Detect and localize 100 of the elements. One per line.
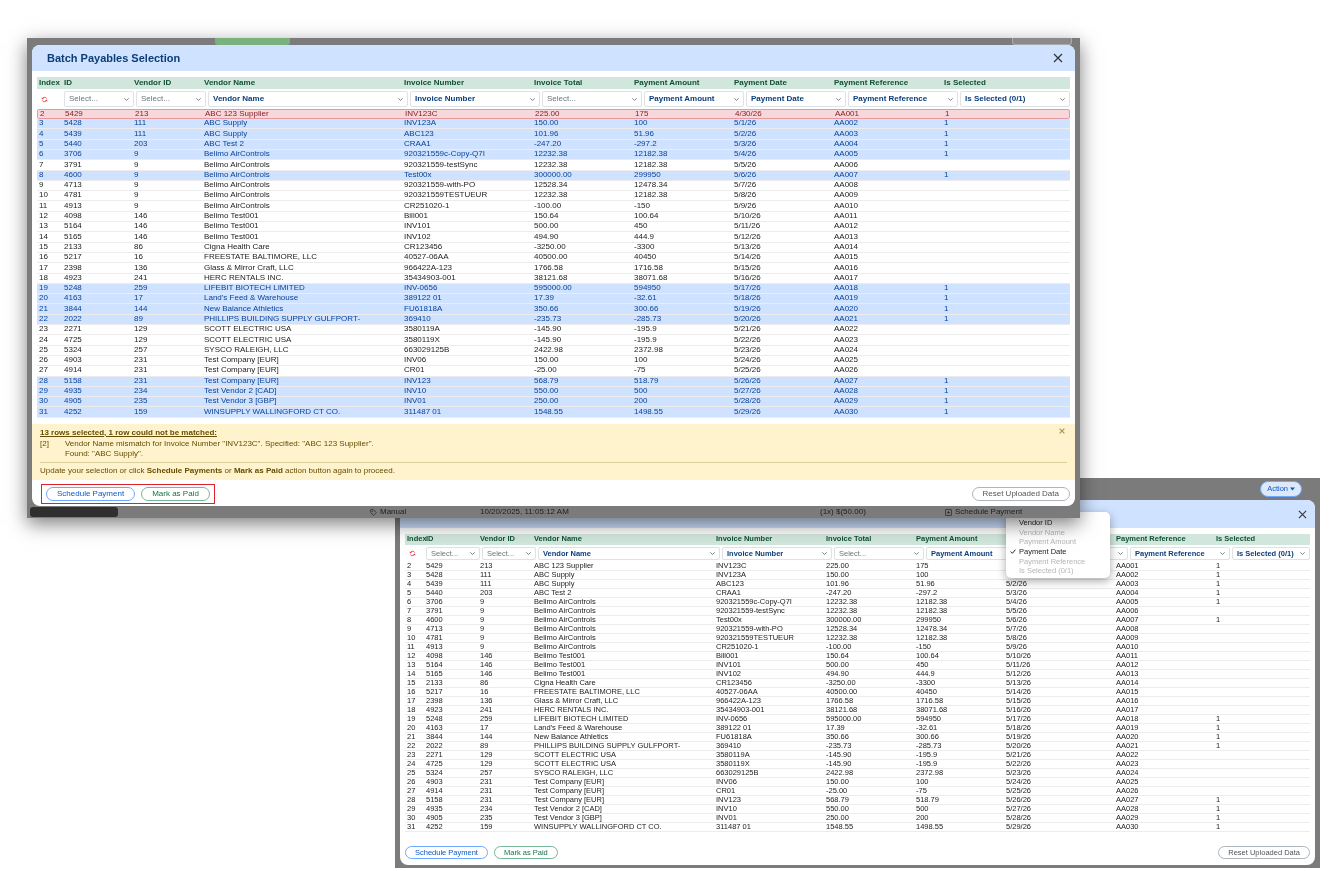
- table-row[interactable]: 25 5324 257 SYSCO RALEIGH, LLC 663029125B 2422.98 2372.98 5/23/26 AA024: [37, 345, 1070, 356]
- table-cell-text: CR251020-1: [403, 201, 451, 211]
- filter-dropdown[interactable]: Is Selected (0/1): [960, 91, 1070, 107]
- table-cell-text: -3250.00: [533, 242, 567, 252]
- table-cell-text: 5165: [63, 232, 83, 242]
- table-cell-text: 4781: [63, 191, 83, 201]
- table-cell-text: 594950: [633, 284, 662, 293]
- table-row[interactable]: 12 4098 146 Belimo Test001 Bill001 150.64 100.64 5/10/26 AA011: [37, 211, 1070, 223]
- table-row[interactable]: 30 4905 235 Test Vendor 3 [GBP] INV01 250.00 200 5/28/26 AA029 1: [37, 397, 1070, 408]
- table-cell-text: Belimo AirControls: [203, 191, 271, 201]
- page-text: (1x) $(50.00): [820, 506, 866, 518]
- table-row[interactable]: 2 5429 213 ABC 123 Supplier INV123C 225.00 175 4/30/26 AA001 1: [37, 108, 1070, 120]
- table-cell-text: 5/28/26: [733, 397, 762, 407]
- table-row[interactable]: 4 5439 111 ABC Supply ABC123 101.96 51.96 5/2/26 AA003 1: [37, 129, 1070, 140]
- page-link[interactable]: Manual: [380, 506, 407, 518]
- table-cell-text: 9: [133, 181, 140, 190]
- table-row[interactable]: 17 2398 136 Glass & Mirror Craft, LLC 966422A-123 1766.58 1716.58 5/15/26 AA016: [37, 263, 1070, 274]
- table-row[interactable]: 27 4914 231 Test Company [EUR] CR01 -25.00 -75 5/25/26 AA026: [37, 366, 1070, 377]
- table-row[interactable]: 28 5158 231 Test Company [EUR] INV123 568.79 518.79 5/26/26 AA027 1: [37, 376, 1070, 387]
- filter-dropdown[interactable]: Payment Reference: [848, 91, 958, 107]
- table-cell-text: SYSCO RALEIGH, LLC: [203, 345, 290, 355]
- table-cell-text: 663029125B: [403, 345, 451, 355]
- table-cell-text: 311487 01: [403, 407, 443, 417]
- table-row[interactable]: 29 4935 234 Test Vendor 2 [CAD] INV10 550.00 500 5/27/26 AA028 1: [37, 386, 1070, 398]
- table-row[interactable]: 6 3706 9 Belimo AirControls 920321559c-Copy-Q7I 12232.38 12182.38 5/4/26 AA005 1: [37, 150, 1070, 161]
- table-cell-text: INV-0656: [403, 284, 439, 293]
- dismiss-button[interactable]: [1059, 427, 1065, 434]
- table-cell-text: 5440: [63, 139, 83, 149]
- filter-dropdown[interactable]: Select...: [64, 91, 134, 107]
- refresh-icon[interactable]: [41, 95, 48, 103]
- table-row[interactable]: 18 4923 241 HERC RENTALS INC. 35434903-001 38121.68 38071.68 5/16/26 AA017: [37, 273, 1070, 284]
- table-cell-text: LIFEBIT BIOTECH LIMITED: [203, 284, 306, 293]
- refresh-icon[interactable]: [409, 550, 416, 558]
- table-cell-text: 3706: [63, 150, 83, 160]
- table-cell-text: 4935: [63, 387, 83, 396]
- table-cell-text: 14: [38, 232, 49, 242]
- table-cell-text: 40450: [633, 253, 658, 262]
- table-cell-text: -145.90: [533, 325, 563, 335]
- table-cell-text: 259: [133, 284, 149, 293]
- table-cell-text: 100.64: [633, 212, 660, 221]
- table-row[interactable]: 31 4252 159 WINSUPPLY WALLINGFORD CT CO. 311487 01 1548.55 1498.55 5/29/26 AA030 1: [37, 407, 1070, 418]
- table-row[interactable]: 11 4913 9 Belimo AirControls CR251020-1 -100.00 -150 5/9/26 AA010: [37, 201, 1070, 212]
- table-row[interactable]: 16 5217 16 FREESTATE BALTIMORE, LLC 40527-06AA 40500.00 40450 5/14/26 AA015: [37, 252, 1070, 264]
- table-cell-text: 4913: [63, 201, 83, 211]
- table-cell-text: 5/14/26: [733, 253, 762, 262]
- table-cell-text: 9: [133, 170, 140, 180]
- modal-title: Batch Payables Selection: [47, 50, 181, 66]
- table-row[interactable]: 10 4781 9 Belimo AirControls 920321559TESTUEUR 12232.38 12182.38 5/8/26 AA009: [37, 191, 1070, 202]
- table-cell-text: Test00x: [403, 170, 433, 180]
- table-row[interactable]: 22 2022 89 PHILLIPS BUILDING SUPPLY GULFPORT- 369410 -235.73 -285.73 5/20/26 AA021 1: [37, 314, 1070, 326]
- footer-button[interactable]: Mark as Paid: [141, 487, 210, 501]
- close-button[interactable]: [1051, 51, 1065, 65]
- table-cell-text: 369410: [403, 315, 432, 324]
- table-cell-text: 1: [943, 170, 950, 180]
- table-row[interactable]: 26 4903 231 Test Company [EUR] INV06 150.00 100 5/24/26 AA025: [37, 355, 1070, 367]
- table-cell-text: 5/15/26: [733, 263, 762, 273]
- table-row[interactable]: 14 5165 146 Belimo Test001 INV102 494.90 444.9 5/12/26 AA013: [37, 232, 1070, 243]
- table-cell-text: INV101: [403, 222, 432, 232]
- table-row[interactable]: 20 4163 17 Land's Feed & Warehouse 389122 01 17.39 -32.61 5/18/26 AA019 1: [37, 294, 1070, 305]
- table-cell-text: 12182.38: [633, 150, 669, 160]
- table-row[interactable]: 8 4600 9 Belimo AirControls Test00x 300000.00 299950 5/6/26 AA007 1: [37, 170, 1070, 181]
- table-cell-text: AA025: [833, 356, 860, 365]
- table-cell-text: 300.66: [633, 304, 660, 314]
- filter-dropdown[interactable]: Select...: [136, 91, 206, 107]
- page-link[interactable]: Schedule Payment: [955, 506, 1023, 518]
- table-row[interactable]: 19 5248 259 LIFEBIT BIOTECH LIMITED INV-0656 595000.00 594950 5/17/26 AA018 1: [37, 283, 1070, 295]
- table-cell-text: INV123: [403, 376, 432, 386]
- table-row[interactable]: 9 4713 9 Belimo AirControls 920321559-with-PO 12528.34 12478.34 5/7/26 AA008: [37, 180, 1070, 192]
- table-row[interactable]: 21 3844 144 New Balance Athletics FU61818A 350.66 300.66 5/19/26 AA020 1: [37, 304, 1070, 315]
- table-cell-text: Belimo AirControls: [203, 170, 271, 180]
- table-row[interactable]: 7 3791 9 Belimo AirControls 920321559-testSync 12232.38 12182.38 5/5/26 AA006: [37, 160, 1070, 171]
- table-cell-text: 136: [133, 263, 149, 273]
- filter-dropdown[interactable]: Select...: [542, 91, 642, 107]
- table-cell-text: 23: [38, 325, 49, 335]
- filter-dropdown[interactable]: Invoice Number: [410, 91, 540, 107]
- table-cell-text: 12528.34: [533, 181, 569, 190]
- table-row[interactable]: 13 5164 146 Belimo Test001 INV101 500.00 450 5/11/26 AA012: [37, 222, 1070, 233]
- footer-button[interactable]: Reset Uploaded Data: [971, 487, 1070, 501]
- table-row[interactable]: 24 4725 129 SCOTT ELECTRIC USA 3580119X -145.90 -195.9 5/22/26 AA023: [37, 335, 1070, 346]
- table-cell-text: 595000.00: [533, 284, 573, 293]
- filter-dropdown[interactable]: Payment Amount: [644, 91, 744, 107]
- table-cell-text: 6: [38, 150, 45, 160]
- footer-button[interactable]: Schedule Payment: [46, 487, 136, 501]
- table-row[interactable]: 5 5440 203 ABC Test 2 CRAA1 -247.20 -297.2 5/3/26 AA004 1: [37, 139, 1070, 150]
- table-row[interactable]: 3 5428 111 ABC Supply INV123A 150.00 100 5/1/26 AA002 1: [37, 119, 1070, 130]
- table-cell-text: 4/30/26: [734, 109, 763, 119]
- filter-dropdown[interactable]: Vendor Name: [208, 91, 408, 107]
- table-cell-text: AA008: [833, 181, 860, 190]
- table-cell-text: INV123A: [403, 119, 438, 129]
- table-row[interactable]: 15 2133 86 Cigna Health Care CR123456 -3250.00 -3300 5/13/26 AA014: [37, 242, 1070, 253]
- table-cell-text: 146: [133, 232, 149, 242]
- table-cell-text: 257: [133, 345, 149, 355]
- table-cell-text: AA011: [833, 212, 859, 221]
- table-cell-text: AA007: [833, 170, 860, 180]
- table-cell-text: 5/9/26: [733, 201, 758, 211]
- filter-dropdown[interactable]: Payment Date: [746, 91, 846, 107]
- table-cell-text: 1: [943, 294, 950, 304]
- table-cell-text: 17.39: [533, 294, 556, 304]
- table-row[interactable]: 23 2271 129 SCOTT ELECTRIC USA 3580119A -145.90 -195.9 5/21/26 AA022: [37, 325, 1070, 336]
- table-cell-text: 5164: [63, 222, 83, 232]
